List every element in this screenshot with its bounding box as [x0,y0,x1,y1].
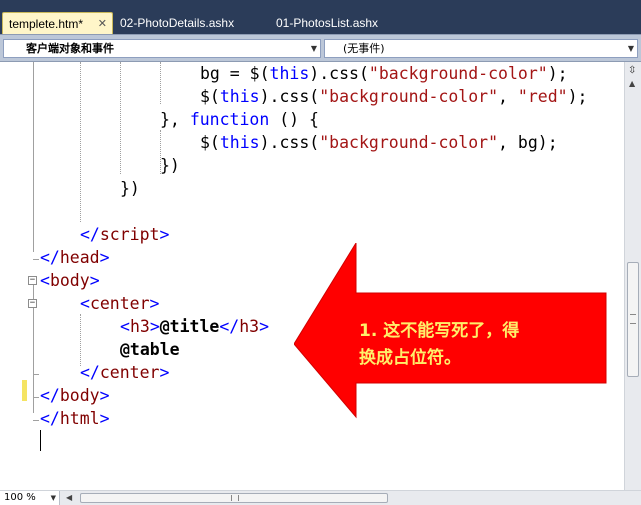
indent-guide [80,62,81,222]
code-line-5: }) [160,156,180,175]
code-line-3: }, function () { [160,110,319,129]
tab-photo-details[interactable]: 02-PhotoDetails.ashx [114,12,264,34]
grip-icon [231,495,239,501]
event-dropdown-value: (无事件) [343,42,385,55]
change-marker [22,380,27,401]
collapse-icon[interactable]: − [28,299,37,308]
outline-end [33,374,39,375]
code-line-11: <h3>@title</h3> [120,317,270,336]
split-icon[interactable]: ⇳ [628,65,638,76]
title-placeholder: @title [159,317,220,336]
grip-icon [630,314,636,324]
tab-label: templete.htm* [9,17,84,31]
zoom-value: 100 % [4,492,36,503]
navigation-bar: 客户端对象和事件 ▼ (无事件) ▼ [0,34,641,62]
tab-templete-htm[interactable]: templete.htm* ✕ [2,12,113,34]
annotation-line-2: 换成占位符。 [359,348,461,368]
code-line-8: </head> [40,248,110,267]
indent-guide [80,314,81,366]
vertical-scrollbar[interactable]: ⇳ ▲ [624,62,641,490]
collapse-icon[interactable]: − [28,276,37,285]
code-line-9: <body> [40,271,100,290]
chevron-down-icon[interactable]: ▼ [51,491,56,505]
vertical-scroll-thumb[interactable] [627,262,639,377]
horizontal-scroll-thumb[interactable] [80,493,388,503]
scroll-left-icon[interactable]: ◀ [66,493,72,502]
indent-guide [120,62,121,174]
document-tab-bar: templete.htm* ✕ 02-PhotoDetails.ashx 01-… [0,0,641,34]
object-dropdown[interactable]: 客户端对象和事件 ▼ [3,39,321,58]
code-line-14: </body> [40,386,110,405]
code-line-10: <center> [80,294,160,313]
zoom-dropdown[interactable]: 100 % ▼ [0,491,60,505]
code-line-13: </center> [80,363,170,382]
scroll-up-icon[interactable]: ▲ [629,79,635,88]
code-line-4: $(this).css("background-color", bg); [200,133,558,152]
outline-line [33,62,34,252]
indent-guide [160,62,161,104]
outline-end [33,259,39,260]
code-line-1: bg = $(this).css("background-color"); [200,64,568,83]
text-caret [40,430,41,451]
chevron-down-icon[interactable]: ▼ [311,40,317,57]
chevron-down-icon[interactable]: ▼ [628,40,634,57]
tab-label: 02-PhotoDetails.ashx [120,16,235,30]
tab-label: 01-PhotosList.ashx [276,16,379,30]
annotation-text: 1. 这不能写死了，得 换成占位符。 [359,318,569,372]
close-icon[interactable]: ✕ [98,13,107,35]
event-dropdown[interactable]: (无事件) ▼ [324,39,638,58]
outline-end [33,397,39,398]
annotation-line-1: 1. 这不能写死了，得 [359,321,520,341]
object-dropdown-value: 客户端对象和事件 [26,42,114,55]
table-placeholder: @table [120,340,180,359]
tab-photos-list[interactable]: 01-PhotosList.ashx [270,12,420,34]
bottom-bar: 100 % ▼ ◀ [0,490,641,505]
code-line-2: $(this).css("background-color", "red"); [200,87,588,106]
code-line-7: </script> [80,225,170,244]
code-line-15: </html> [40,409,110,428]
outline-end [33,420,39,421]
code-line-6: }) [120,179,140,198]
